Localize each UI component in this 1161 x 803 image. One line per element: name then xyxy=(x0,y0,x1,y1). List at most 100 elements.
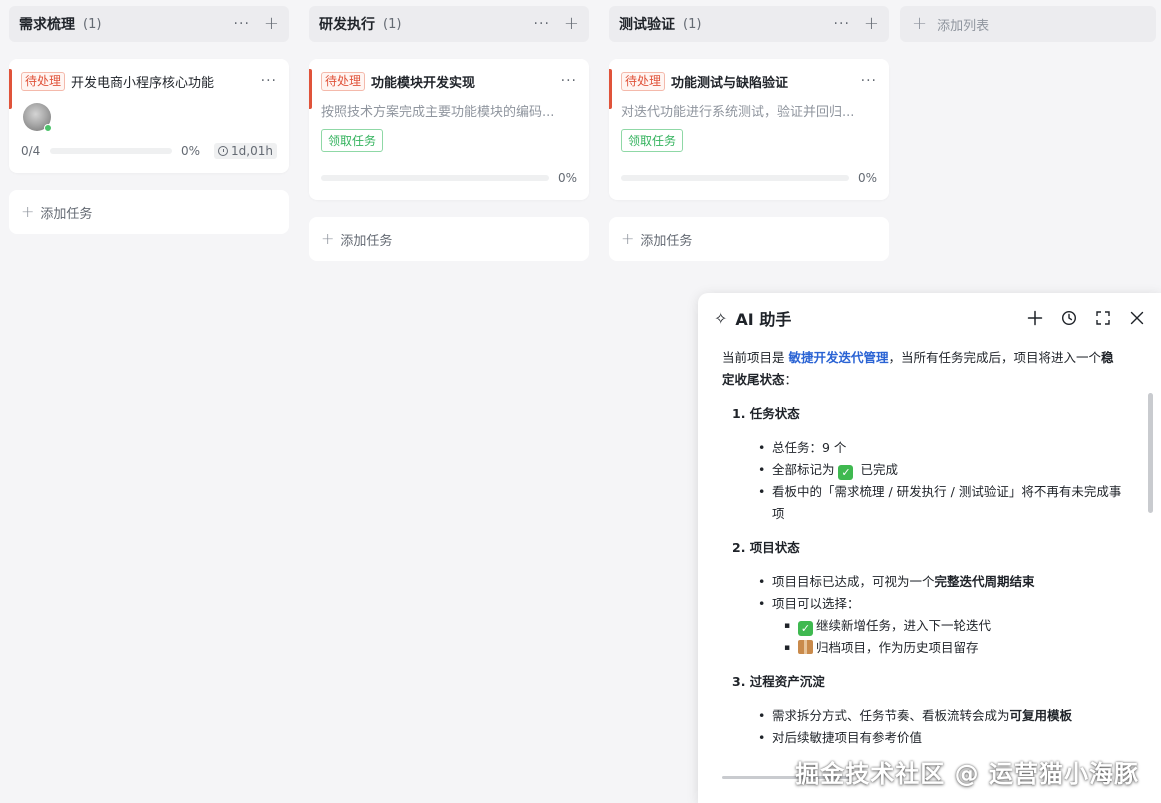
history-icon[interactable] xyxy=(1061,310,1077,326)
more-icon[interactable]: ··· xyxy=(861,73,877,89)
new-chat-icon[interactable] xyxy=(1027,310,1043,326)
plus-icon[interactable]: + xyxy=(864,15,879,33)
list-text: 全部标记为 xyxy=(772,462,839,477)
task-title: 开发电商小程序核心功能 xyxy=(71,75,215,91)
watermark: 掘金技术社区 @ 运营猫小海豚 xyxy=(795,760,1139,788)
list-item: 总任务：9 个 xyxy=(758,437,1125,459)
project-link[interactable]: 敏捷开发迭代管理 xyxy=(788,350,888,365)
online-status-icon xyxy=(44,124,52,132)
column-header: 需求梳理 (1) ··· + xyxy=(9,6,289,42)
progress-bar xyxy=(50,148,173,154)
list-bold: 完整迭代周期结束 xyxy=(934,574,1035,589)
add-list-button[interactable]: + 添加列表 xyxy=(900,6,1156,42)
column-title: 研发执行 xyxy=(319,17,375,33)
column-requirements: 需求梳理 (1) ··· + 待处理 开发电商小程序核心功能 ··· 0/4 0… xyxy=(9,6,289,234)
section-title: 2. 项目状态 xyxy=(732,540,800,555)
ai-panel-title: AI 助手 xyxy=(735,310,792,329)
list-bold: 可复用模板 xyxy=(1009,708,1073,723)
column-header: 研发执行 (1) ··· + xyxy=(309,6,589,42)
task-card[interactable]: 待处理 开发电商小程序核心功能 ··· 0/4 0% 1d,01h xyxy=(9,59,289,173)
progress-bar xyxy=(621,175,849,181)
task-description: 对迭代功能进行系统测试，验证并回归... xyxy=(621,105,855,120)
progress-percent: 0% xyxy=(857,171,877,185)
task-card[interactable]: 待处理 功能模块开发实现 ··· 按照技术方案完成主要功能模块的编码... 领取… xyxy=(309,59,589,200)
list-text: 归档项目，作为历史项目留存 xyxy=(816,640,979,655)
list-text: 已完成 xyxy=(856,462,898,477)
add-task-button[interactable]: + 添加任务 xyxy=(609,217,889,261)
more-icon[interactable]: ··· xyxy=(234,17,250,31)
intro-text: ，当所有任务完成后，项目将进入一个 xyxy=(888,350,1102,365)
column-title: 需求梳理 xyxy=(19,17,75,33)
column-development: 研发执行 (1) ··· + 待处理 功能模块开发实现 ··· 按照技术方案完成… xyxy=(309,6,589,261)
sub-list-item: 归档项目，作为历史项目留存 xyxy=(784,637,1125,659)
check-icon: ✓ xyxy=(838,465,854,480)
list-item: 项目可以选择： ✓继续新增任务，进入下一轮迭代 归档项目，作为历史项目留存 xyxy=(758,593,1125,659)
duration-text: 1d,01h xyxy=(231,144,273,158)
status-tag: 待处理 xyxy=(621,71,666,91)
fullscreen-icon[interactable] xyxy=(1095,310,1111,326)
section-title: 3. 过程资产沉淀 xyxy=(732,674,825,689)
column-title: 测试验证 xyxy=(619,17,675,33)
more-icon[interactable]: ··· xyxy=(834,17,850,31)
list-text: 项目可以选择： xyxy=(772,596,860,611)
plus-icon: + xyxy=(321,229,335,248)
subtask-count: 0/4 xyxy=(21,144,41,158)
add-task-button[interactable]: + 添加任务 xyxy=(309,217,589,261)
plus-icon: + xyxy=(912,13,928,34)
status-tag: 待处理 xyxy=(21,71,66,91)
task-card[interactable]: 待处理 功能测试与缺陷验证 ··· 对迭代功能进行系统测试，验证并回归... 领… xyxy=(609,59,889,200)
plus-icon: + xyxy=(21,202,35,221)
plus-icon: + xyxy=(621,229,635,248)
claim-task-button[interactable]: 领取任务 xyxy=(621,129,684,152)
plus-icon[interactable]: + xyxy=(264,15,279,33)
more-icon[interactable]: ··· xyxy=(261,73,277,89)
vertical-scrollbar[interactable] xyxy=(1148,393,1153,513)
add-task-label: 添加任务 xyxy=(640,233,693,249)
progress-bar xyxy=(321,175,549,181)
column-count: (1) xyxy=(83,16,102,32)
task-title: 功能模块开发实现 xyxy=(371,75,476,91)
ai-response: 当前项目是 敏捷开发迭代管理，当所有任务完成后，项目将进入一个稳定收尾状态： 1… xyxy=(722,347,1125,761)
list-item: 对后续敏捷项目有参考价值 xyxy=(758,727,1125,749)
avatar[interactable] xyxy=(23,103,52,132)
ai-assistant-panel: ✧ AI 助手 当前项目是 敏捷开发迭代管理，当所有任务完成后，项目将进入一个稳… xyxy=(698,293,1161,803)
ai-intro: 当前项目是 敏捷开发迭代管理，当所有任务完成后，项目将进入一个稳定收尾状态： xyxy=(722,347,1125,391)
section-list: 需求拆分方式、任务节奏、看板流转会成为可复用模板 对后续敏捷项目有参考价值 xyxy=(758,705,1125,749)
intro-text: ： xyxy=(784,372,798,387)
more-icon[interactable]: ··· xyxy=(561,73,577,89)
task-description: 按照技术方案完成主要功能模块的编码... xyxy=(321,105,555,120)
add-list-label: 添加列表 xyxy=(937,18,990,34)
claim-task-button[interactable]: 领取任务 xyxy=(321,129,384,152)
list-text: 项目目标已达成，可视为一个 xyxy=(772,574,935,589)
column-header: 测试验证 (1) ··· + xyxy=(609,6,889,42)
list-item: 项目目标已达成，可视为一个完整迭代周期结束 xyxy=(758,571,1125,593)
progress-percent: 0% xyxy=(557,171,577,185)
list-text: 继续新增任务，进入下一轮迭代 xyxy=(816,618,992,633)
sub-list: ✓继续新增任务，进入下一轮迭代 归档项目，作为历史项目留存 xyxy=(784,615,1125,659)
list-item: 全部标记为 ✓ 已完成 xyxy=(758,459,1125,481)
sparkle-icon: ✧ xyxy=(714,308,728,328)
sub-list-item: ✓继续新增任务，进入下一轮迭代 xyxy=(784,615,1125,637)
package-icon xyxy=(798,640,813,654)
add-task-label: 添加任务 xyxy=(340,233,393,249)
column-testing: 测试验证 (1) ··· + 待处理 功能测试与缺陷验证 ··· 对迭代功能进行… xyxy=(609,6,889,261)
ai-panel-header: ✧ AI 助手 xyxy=(698,293,1161,343)
plus-icon[interactable]: + xyxy=(564,15,579,33)
more-icon[interactable]: ··· xyxy=(534,17,550,31)
add-task-label: 添加任务 xyxy=(40,206,93,222)
section-title: 1. 任务状态 xyxy=(732,406,800,421)
status-tag: 待处理 xyxy=(321,71,366,91)
add-task-button[interactable]: + 添加任务 xyxy=(9,190,289,234)
task-title: 功能测试与缺陷验证 xyxy=(671,75,789,91)
list-item: 需求拆分方式、任务节奏、看板流转会成为可复用模板 xyxy=(758,705,1125,727)
intro-text: 当前项目是 xyxy=(722,350,789,365)
list-item: 看板中的「需求梳理 / 研发执行 / 测试验证」将不再有未完成事项 xyxy=(758,481,1125,525)
clock-icon xyxy=(218,146,229,156)
duration-badge: 1d,01h xyxy=(214,143,277,159)
close-icon[interactable] xyxy=(1129,310,1145,326)
column-count: (1) xyxy=(383,16,402,32)
column-count: (1) xyxy=(683,16,702,32)
progress-percent: 0% xyxy=(181,144,201,158)
check-icon: ✓ xyxy=(798,621,813,636)
section-list: 总任务：9 个 全部标记为 ✓ 已完成 看板中的「需求梳理 / 研发执行 / 测… xyxy=(758,437,1125,525)
